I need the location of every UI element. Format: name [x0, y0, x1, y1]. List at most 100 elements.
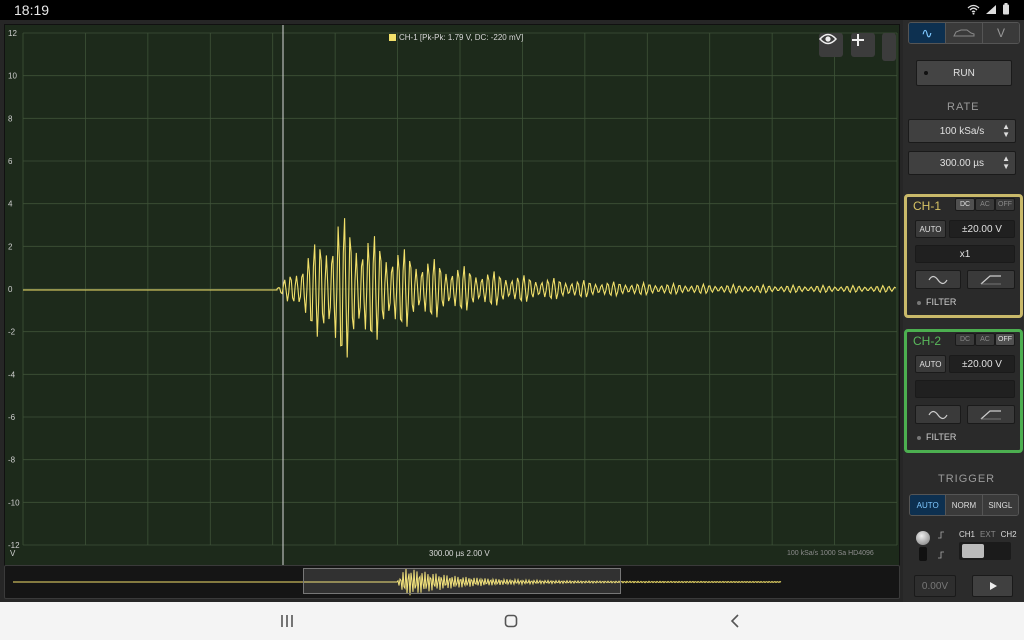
trigger-level-knob[interactable]: [916, 531, 930, 545]
legend-swatch: [389, 34, 396, 41]
run-indicator: [924, 71, 928, 75]
home-icon[interactable]: [504, 614, 518, 628]
ch2-auto-button[interactable]: AUTO: [915, 355, 946, 373]
ch1-panel: CH-1 DC AC OFF AUTO ±20.00 V x1 FILTER: [904, 194, 1023, 318]
eye-button[interactable]: [819, 33, 843, 57]
timebase-label: 300.00 µs 2.00 V: [429, 549, 490, 558]
ch2-filter-label[interactable]: FILTER: [926, 432, 956, 442]
signal-icon: [986, 4, 996, 14]
ch1-filter-label[interactable]: FILTER: [926, 297, 956, 307]
y-tick-label: -2: [8, 328, 16, 337]
android-nav-bar: [0, 602, 1024, 640]
ch1-probe-select[interactable]: x1: [915, 245, 1015, 263]
trigger-modes: AUTO NORM SINGL: [909, 494, 1019, 516]
ch2-name: CH-2: [913, 334, 942, 348]
ch1-waveform-button[interactable]: [915, 270, 961, 289]
ch1-coupling-ac[interactable]: AC: [975, 198, 995, 211]
car-icon: [953, 29, 975, 37]
run-label: RUN: [953, 67, 975, 79]
ch2-coupling-ac[interactable]: AC: [975, 333, 995, 346]
ch2-filter-dot: [917, 436, 921, 440]
timebase-arrows-icon: ▲ ▼: [1002, 154, 1010, 171]
trigger-label: TRIGGER: [938, 473, 996, 485]
trigger-source-slider[interactable]: [959, 542, 1011, 560]
control-panel: ∿ V RUN RATE 100 kSa/s ▲ ▼ 300.00 µs ▲ ▼ C…: [903, 20, 1024, 602]
sine-icon: [928, 275, 948, 284]
y-tick-label: 4: [8, 200, 13, 209]
timebase-select[interactable]: 300.00 µs ▲ ▼: [908, 151, 1016, 175]
legend-text: CH-1 [Pk-Pk: 1.79 V, DC: -220 mV]: [399, 33, 524, 42]
plus-icon: [852, 34, 864, 46]
trigger-norm[interactable]: NORM: [945, 495, 982, 515]
ch2-range-value: ±20.00 V: [962, 358, 1002, 370]
play-icon: [989, 582, 997, 590]
ch2-coupling-off[interactable]: OFF: [995, 333, 1015, 346]
ch1-range-select[interactable]: ±20.00 V: [949, 220, 1015, 238]
overview-strip[interactable]: [4, 565, 900, 599]
status-bar: 18:19: [0, 0, 1024, 20]
rate-label: RATE: [947, 101, 980, 113]
y-tick-label: 2: [8, 242, 13, 251]
sine-icon: [928, 410, 948, 419]
oscilloscope-app: 12 10 8 6 4 2 0 -2 -4 -6 -8 -10 -12 CH-1 [Pk-Pk: 1.7…: [0, 20, 1024, 602]
eye-icon: [819, 33, 837, 45]
ch2-waveform-button[interactable]: [915, 405, 961, 424]
tab-car[interactable]: [945, 23, 982, 43]
add-button[interactable]: [851, 33, 875, 57]
edge-icons: [938, 531, 944, 559]
trigger-src-ext[interactable]: EXT: [980, 530, 996, 539]
clock: 18:19: [14, 2, 50, 18]
trigger-source: CH1 EXT CH2: [959, 530, 1017, 539]
acquisition-info: 100 kSa/s 1000 Sa HD4096: [787, 550, 874, 557]
y-tick-label: 6: [8, 157, 13, 166]
tab-voltage[interactable]: V: [982, 23, 1019, 43]
mode-tabs: ∿ V: [908, 22, 1020, 44]
status-icons: [967, 3, 1010, 15]
play-button[interactable]: [972, 575, 1013, 597]
trigger-src-ch2[interactable]: CH2: [1001, 530, 1017, 539]
y-tick-label: -6: [8, 413, 16, 422]
ch1-coupling: DC AC OFF: [955, 198, 1015, 211]
ch1-filter-dot: [917, 301, 921, 305]
timebase-value: 300.00 µs: [939, 157, 985, 169]
ch1-auto-button[interactable]: AUTO: [915, 220, 946, 238]
trigger-source-thumb[interactable]: [962, 544, 984, 558]
ch1-probe-value: x1: [959, 248, 971, 260]
trigger-src-ch1[interactable]: CH1: [959, 530, 975, 539]
ch1-ramp-button[interactable]: [967, 270, 1015, 289]
ch1-coupling-dc[interactable]: DC: [955, 198, 975, 211]
overview-window[interactable]: [303, 568, 621, 594]
sample-rate-select[interactable]: 100 kSa/s ▲ ▼: [908, 119, 1016, 143]
battery-icon: [1003, 3, 1009, 15]
recent-apps-icon[interactable]: [280, 614, 294, 628]
trigger-level-value: 0.00V: [914, 575, 956, 597]
panel-handle[interactable]: [882, 33, 896, 61]
sample-rate-value: 100 kSa/s: [939, 125, 985, 137]
trigger-edge-toggle[interactable]: [919, 547, 927, 561]
ch2-probe-select[interactable]: [915, 380, 1015, 398]
y-unit-label: V: [10, 549, 16, 558]
y-tick-label: -4: [8, 370, 16, 379]
ramp-icon: [980, 275, 1001, 285]
ch2-panel: CH-2 DC AC OFF AUTO ±20.00 V FILTER: [904, 329, 1023, 453]
ch2-range-select[interactable]: ±20.00 V: [949, 355, 1015, 373]
ch2-ramp-button[interactable]: [967, 405, 1015, 424]
back-icon[interactable]: [730, 614, 740, 628]
wifi-icon: [967, 4, 980, 15]
ch2-coupling-dc[interactable]: DC: [955, 333, 975, 346]
ch1-range-value: ±20.00 V: [962, 223, 1002, 235]
y-tick-label: -8: [8, 456, 16, 465]
ch2-coupling: DC AC OFF: [955, 333, 1015, 346]
tab-scope[interactable]: ∿: [909, 23, 945, 43]
y-tick-label: 10: [8, 72, 17, 81]
run-button[interactable]: RUN: [916, 60, 1012, 86]
y-tick-label: -10: [8, 498, 20, 507]
waveform-plot[interactable]: 121086420-2-4-6-8-10-12: [5, 25, 901, 566]
y-tick-label: 8: [8, 114, 13, 123]
scope-display[interactable]: 12 10 8 6 4 2 0 -2 -4 -6 -8 -10 -12 CH-1 [Pk-Pk: 1.7…: [4, 24, 900, 580]
trigger-auto[interactable]: AUTO: [910, 495, 946, 515]
y-tick-label: 12: [8, 29, 17, 38]
trigger-single[interactable]: SINGL: [981, 495, 1018, 515]
ch1-coupling-off[interactable]: OFF: [995, 198, 1015, 211]
ch1-trace: [23, 218, 897, 358]
